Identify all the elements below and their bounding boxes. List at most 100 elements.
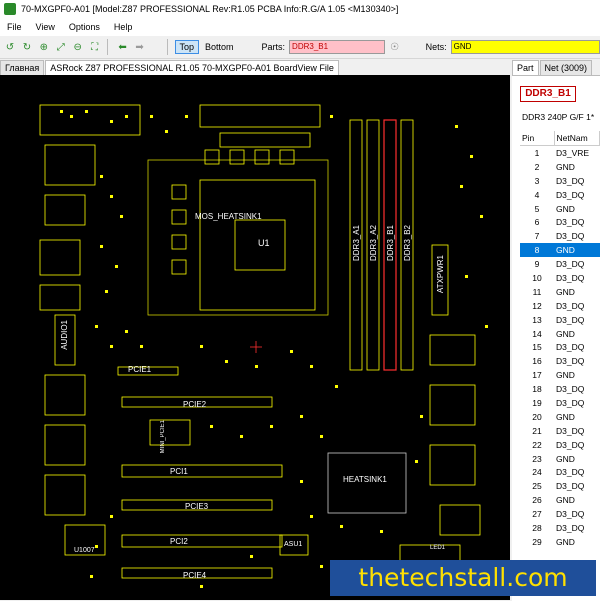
label-pci2: PCI2 — [170, 537, 188, 546]
pin-number: 22 — [532, 439, 542, 450]
pin-table: Pin NetNam 1 D3_VRE 2 GND 3 D3_DQ 4 D3_DQ 5 GND 6 D… — [520, 131, 600, 549]
vrm-choke — [171, 234, 187, 250]
tab-part[interactable]: Part — [512, 60, 539, 75]
lightbulb-icon[interactable]: ☉ — [388, 40, 402, 54]
label-led1: LED1 — [430, 545, 446, 551]
table-row[interactable]: 21 D3_DQ — [520, 424, 600, 438]
nets-search-input[interactable]: GND — [450, 40, 600, 54]
pin-number: 28 — [532, 522, 542, 533]
label-u1: U1 — [258, 238, 270, 248]
net-name: D3_DQ — [556, 439, 585, 450]
net-name: D3_DQ — [556, 467, 585, 478]
pin-number: 11 — [532, 286, 542, 297]
table-row[interactable]: 4 D3_DQ — [520, 188, 600, 202]
part-panel-body: DDR3_B1 DDR3 240P G/F 1* Pin NetNam 1 D3_… — [512, 75, 600, 601]
pin-number: 21 — [532, 425, 542, 436]
table-row[interactable]: 26 GND — [520, 493, 600, 507]
part-panel: Part Net (3009) DDR3_B1 DDR3 240P G/F 1*… — [512, 59, 600, 601]
net-name: D3_DQ — [556, 509, 585, 520]
pin-number: 4 — [534, 189, 540, 200]
pin-number: 19 — [532, 397, 542, 408]
menu-help[interactable]: Help — [107, 22, 140, 32]
label-mini-pcie1: MINI_PCIE1 — [160, 420, 166, 454]
table-row[interactable]: 5 GND — [520, 202, 600, 216]
label-u1007: U1007 — [74, 547, 95, 554]
table-row[interactable]: 23 GND — [520, 452, 600, 466]
pin-number: 27 — [532, 509, 542, 520]
tab-home[interactable]: Главная — [0, 60, 45, 75]
zoom-area-icon[interactable]: ⛶ — [88, 40, 102, 54]
table-row[interactable]: 6 D3_DQ — [520, 215, 600, 229]
back-arrow-icon[interactable]: ⬅ — [116, 40, 130, 54]
pin-number: 17 — [532, 370, 542, 381]
pin-number: 10 — [532, 272, 542, 283]
vrm-choke — [171, 259, 187, 275]
document-tabs: Главная ASRock Z87 PROFESSIONAL R1.05 70… — [0, 59, 510, 75]
table-row[interactable]: 3 D3_DQ — [520, 174, 600, 188]
table-row[interactable]: 17 GND — [520, 368, 600, 382]
bottom-side-button[interactable]: Bottom — [201, 41, 238, 53]
table-row[interactable]: 16 D3_DQ — [520, 354, 600, 368]
net-name: GND — [556, 495, 575, 506]
menu-view[interactable]: View — [29, 22, 62, 32]
label-ddr3-b1: DDR3_B1 — [386, 225, 395, 262]
table-row[interactable]: 1 D3_VRE — [520, 146, 600, 160]
table-row[interactable]: 7 D3_DQ — [520, 229, 600, 243]
board-canvas[interactable]: MOS_HEATSINK1 U1 DDR3_A1 DDR3_A2 DDR3_B1… — [0, 75, 510, 600]
forward-arrow-icon[interactable]: ➡ — [133, 40, 147, 54]
table-row[interactable]: 20 GND — [520, 410, 600, 424]
zoom-out-icon[interactable]: ⊖ — [71, 40, 85, 54]
top-side-button[interactable]: Top — [174, 40, 200, 54]
net-name: GND — [556, 328, 575, 339]
pin-number: 9 — [534, 259, 540, 270]
column-header-netname[interactable]: NetNam — [554, 131, 600, 146]
pin-number: 13 — [532, 314, 542, 325]
net-name: D3_DQ — [556, 231, 585, 242]
label-pcie1: PCIE1 — [128, 365, 152, 374]
menu-options[interactable]: Options — [62, 22, 107, 32]
table-row[interactable]: 24 D3_DQ — [520, 465, 600, 479]
tab-boardview[interactable]: ASRock Z87 PROFESSIONAL R1.05 70-MXGPF0-… — [45, 60, 339, 75]
table-row[interactable]: 19 D3_DQ — [520, 396, 600, 410]
table-row[interactable]: 29 GND — [520, 535, 600, 549]
table-row[interactable]: 10 D3_DQ — [520, 271, 600, 285]
title-bar: 70-MXGPF0-A01 [Model:Z87 PROFESSIONAL Re… — [0, 0, 600, 18]
vrm-choke — [279, 149, 295, 165]
zoom-in-icon[interactable]: ⊕ — [37, 40, 51, 54]
menu-file[interactable]: File — [0, 22, 29, 32]
table-row[interactable]: 22 D3_DQ — [520, 438, 600, 452]
tab-net[interactable]: Net (3009) — [539, 60, 593, 75]
mos-heatsink-outline — [147, 159, 329, 316]
table-row[interactable]: 18 D3_DQ — [520, 382, 600, 396]
pcb-component — [39, 104, 141, 136]
net-name: GND — [556, 203, 575, 214]
net-name: GND — [556, 411, 575, 422]
net-name: D3_VRE — [556, 147, 590, 158]
pcb-component — [39, 239, 81, 276]
pin-number: 14 — [532, 328, 542, 339]
table-row[interactable]: 28 D3_DQ — [520, 521, 600, 535]
table-row[interactable]: 2 GND — [520, 160, 600, 174]
table-row[interactable]: 25 D3_DQ — [520, 479, 600, 493]
zoom-fit-icon[interactable]: ⤢ — [54, 40, 68, 54]
rotate-left-icon[interactable]: ↺ — [3, 40, 17, 54]
parts-search-input[interactable]: DDR3_B1 — [289, 40, 385, 54]
pin-number: 5 — [534, 203, 540, 214]
window-title: 70-MXGPF0-A01 [Model:Z87 PROFESSIONAL Re… — [21, 4, 399, 14]
table-row[interactable]: 15 D3_DQ — [520, 340, 600, 354]
table-row[interactable]: 11 GND — [520, 285, 600, 299]
table-row[interactable]: 14 GND — [520, 327, 600, 341]
column-header-pin[interactable]: Pin — [520, 131, 555, 146]
table-row[interactable]: 9 D3_DQ — [520, 257, 600, 271]
rotate-right-icon[interactable]: ↻ — [20, 40, 34, 54]
table-row[interactable]: 13 D3_DQ — [520, 313, 600, 327]
label-ddr3-b2: DDR3_B2 — [403, 225, 412, 262]
table-row[interactable]: 8 GND — [520, 243, 600, 258]
table-row[interactable]: 12 D3_DQ — [520, 299, 600, 313]
pcb-component — [429, 384, 476, 426]
net-name: D3_DQ — [556, 397, 585, 408]
vrm-choke — [204, 149, 220, 165]
vrm-choke — [254, 149, 270, 165]
table-row[interactable]: 27 D3_DQ — [520, 507, 600, 521]
pin-number: 8 — [520, 243, 554, 258]
